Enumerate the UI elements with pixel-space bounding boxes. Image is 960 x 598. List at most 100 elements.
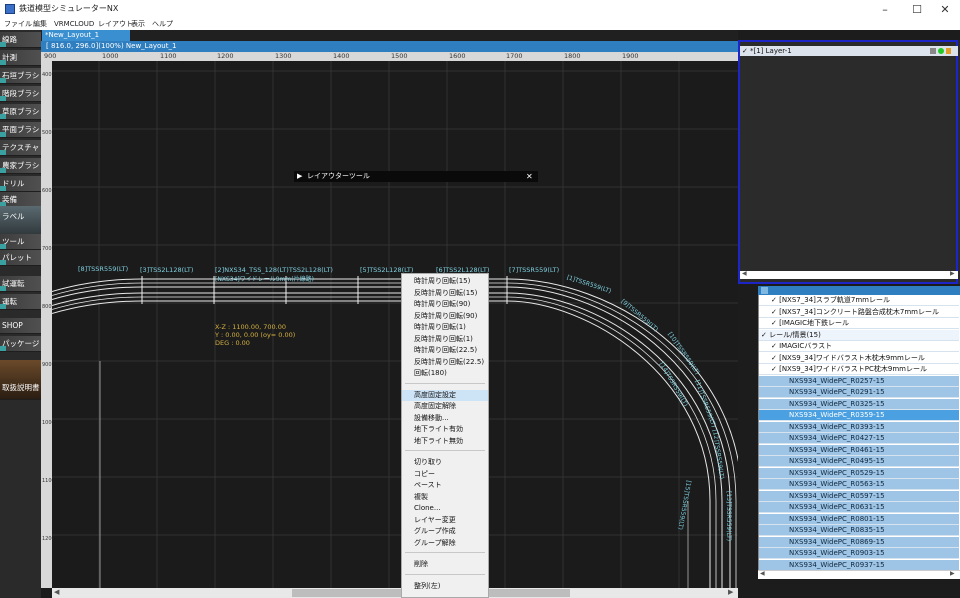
parts-tree-row[interactable]: NXS934_WidePC_R0597-15 (759, 490, 959, 502)
cursor-status: [ 816.0, 296.0](100%) New_Layout_1 (41, 41, 738, 52)
scroll-right-icon[interactable]: ▶ (950, 570, 955, 577)
context-menu-item[interactable]: 整列(左) (402, 581, 488, 592)
parts-tree-row[interactable]: ✓ [NXS7_34]スラブ軌道7mmレール (759, 295, 959, 306)
menu-edit[interactable]: 編集 (33, 19, 47, 30)
context-menu-item[interactable]: 時計周り回転(90) (402, 299, 488, 310)
tool-shop[interactable]: SHOP (0, 318, 41, 334)
scroll-right-icon[interactable]: ▶ (950, 270, 955, 277)
layer-row[interactable]: ✓ *[1] Layer-1 (740, 46, 958, 56)
parts-tree-row[interactable]: NXS934_WidePC_R0393-15 (759, 421, 959, 433)
check-icon[interactable]: ✓ (771, 342, 779, 350)
context-menu-item[interactable]: グループ作成 (402, 526, 488, 537)
parts-tree-row[interactable]: NXS934_WidePC_R0359-15 (759, 410, 959, 421)
layer-panel-scrollbar[interactable]: ◀ ▶ (740, 270, 958, 279)
context-menu-item[interactable]: 時計周り回転(15) (402, 276, 488, 287)
layer-visible-icon[interactable] (938, 48, 944, 54)
tool-farm-brush[interactable]: 農家ブラシ (0, 158, 41, 174)
parts-tree-row[interactable]: NXS934_WidePC_R0325-15 (759, 398, 959, 410)
tool-stairs-brush[interactable]: 階段ブラシ (0, 86, 41, 102)
parts-tree-row[interactable]: NXS934_WidePC_R0257-15 (759, 375, 959, 387)
minimize-icon[interactable]: – (870, 0, 900, 19)
parts-tree-row[interactable]: NXS934_WidePC_R0529-15 (759, 467, 959, 479)
parts-tree-row[interactable]: NXS934_WidePC_R0631-15 (759, 502, 959, 513)
layer-color-swatch[interactable] (930, 48, 936, 54)
context-menu-item[interactable]: 高度固定解除 (402, 401, 488, 412)
close-icon[interactable]: ✕ (930, 0, 960, 19)
check-icon[interactable]: ✓ (761, 331, 769, 339)
parts-tree-row[interactable]: NXS934_WidePC_R0937-15 (759, 559, 959, 571)
scroll-left-icon[interactable]: ◀ (54, 588, 59, 596)
tool-manual[interactable]: 取扱説明書 (0, 360, 41, 400)
parts-tree-row[interactable]: NXS934_WidePC_R0869-15 (759, 536, 959, 548)
parts-tree-row[interactable]: ✓ IMAGICバラスト (759, 341, 959, 352)
parts-tree-row[interactable]: NXS934_WidePC_R0835-15 (759, 525, 959, 536)
check-icon[interactable]: ✓ (771, 308, 779, 316)
context-menu-item[interactable]: 時計周り回転(1) (402, 322, 488, 333)
check-icon[interactable]: ✓ (771, 365, 779, 373)
tool-measure[interactable]: 計測 (0, 50, 41, 66)
context-menu-item[interactable]: 設備移動... (402, 413, 488, 424)
parts-tree-row[interactable]: ✓ レール/情景(15) (759, 329, 959, 341)
tool-drill[interactable]: ドリル (0, 176, 41, 192)
parts-tree-row[interactable]: ✓ [NXS7_34]コンクリート路盤合成枕木7mmレール (759, 306, 959, 318)
scroll-right-icon[interactable]: ▶ (728, 588, 733, 596)
document-tab[interactable]: *New_Layout_1 (42, 30, 130, 41)
parts-tree-row[interactable]: NXS934_WidePC_R0563-15 (759, 479, 959, 490)
menu-file[interactable]: ファイル (4, 19, 32, 30)
check-icon[interactable]: ✓ (771, 319, 779, 327)
context-menu-item[interactable]: 反時計周り回転(15) (402, 288, 488, 299)
tool-tools[interactable]: ツール (0, 234, 41, 250)
parts-tree-row[interactable]: NXS934_WidePC_R0903-15 (759, 548, 959, 559)
tool-test-run[interactable]: 試運転 (0, 276, 41, 292)
layout-canvas[interactable]: [8]TSSR559(LT) [3]TSS2L128(LT) [2]NXS34_… (52, 61, 738, 588)
check-icon[interactable]: ✓ (771, 296, 779, 304)
tool-operate[interactable]: 運転 (0, 294, 41, 310)
tool-texture[interactable]: テクスチャ (0, 140, 41, 156)
parts-tree-row[interactable]: NXS934_WidePC_R0801-15 (759, 513, 959, 525)
context-menu-item[interactable]: 高度固定設定 (402, 389, 488, 401)
context-menu-item[interactable]: 反時計周り回転(1) (402, 334, 488, 345)
layer-lock-icon[interactable] (946, 48, 951, 54)
context-menu-item[interactable]: 反時計周り回転(90) (402, 311, 488, 322)
context-menu-item[interactable]: 地下ライト有効 (402, 424, 488, 435)
check-icon[interactable]: ✓ (742, 46, 748, 56)
context-menu-item[interactable]: コピー (402, 469, 488, 480)
context-menu-item[interactable]: 複製 (402, 492, 488, 503)
play-icon[interactable]: ▶ (297, 171, 302, 182)
parts-tree-row[interactable]: NXS934_WidePC_R0461-15 (759, 444, 959, 456)
maximize-icon[interactable]: ☐ (902, 0, 932, 19)
parts-panel-scrollbar[interactable]: ◀ ▶ (758, 570, 960, 579)
context-menu-item[interactable]: グループ解除 (402, 538, 488, 549)
horizontal-scrollbar[interactable]: ◀ ▶ (52, 588, 738, 598)
parts-tree-row[interactable]: ✓ [NXS9_34]ワイドバラストPC枕木9mmレール (759, 364, 959, 375)
menu-help[interactable]: ヘルプ (152, 19, 173, 30)
layouter-tool-window[interactable]: ▶ レイアウターツール ✕ (294, 171, 538, 182)
tool-package[interactable]: パッケージ (0, 336, 41, 352)
tool-grass-brush[interactable]: 草原ブラシ (0, 104, 41, 120)
parts-tree-row[interactable]: ✓ [IMAGIC地下鉄レール (759, 318, 959, 329)
close-icon[interactable]: ✕ (526, 171, 533, 182)
context-menu-item[interactable]: レイヤー変更 (402, 515, 488, 526)
context-menu-item[interactable]: 削除 (402, 559, 488, 570)
tool-stonewall-brush[interactable]: 石垣ブラシ (0, 68, 41, 84)
parts-tree-row[interactable]: NXS934_WidePC_R0495-15 (759, 456, 959, 467)
context-menu-item[interactable]: 地下ライト無効 (402, 436, 488, 447)
scroll-left-icon[interactable]: ◀ (742, 270, 747, 277)
tool-palette-button[interactable]: パレット (0, 250, 41, 266)
context-menu-item[interactable]: Clone... (402, 503, 488, 514)
check-icon[interactable]: ✓ (771, 354, 779, 362)
parts-tree-row[interactable]: ✓ [NXS9_34]ワイドバラスト木枕木9mmレール (759, 352, 959, 364)
context-menu-item[interactable]: 切り取り (402, 457, 488, 468)
tool-track[interactable]: 線路 (0, 32, 41, 48)
menu-view[interactable]: 表示 (131, 19, 145, 30)
scroll-left-icon[interactable]: ◀ (760, 570, 765, 577)
menu-layout[interactable]: レイアウト (98, 19, 133, 30)
parts-tree-row[interactable]: NXS934_WidePC_R0427-15 (759, 433, 959, 444)
context-menu-item[interactable]: 時計周り回転(22.5) (402, 345, 488, 356)
context-menu-item[interactable]: 回転(180) (402, 368, 488, 379)
context-menu-item[interactable]: 反時計周り回転(22.5) (402, 357, 488, 368)
tool-flat-brush[interactable]: 平面ブラシ (0, 122, 41, 138)
context-menu-item[interactable]: ペースト (402, 480, 488, 491)
menu-vrmcloud[interactable]: VRMCLOUD (54, 19, 94, 30)
parts-tree-row[interactable]: NXS934_WidePC_R0291-15 (759, 387, 959, 398)
